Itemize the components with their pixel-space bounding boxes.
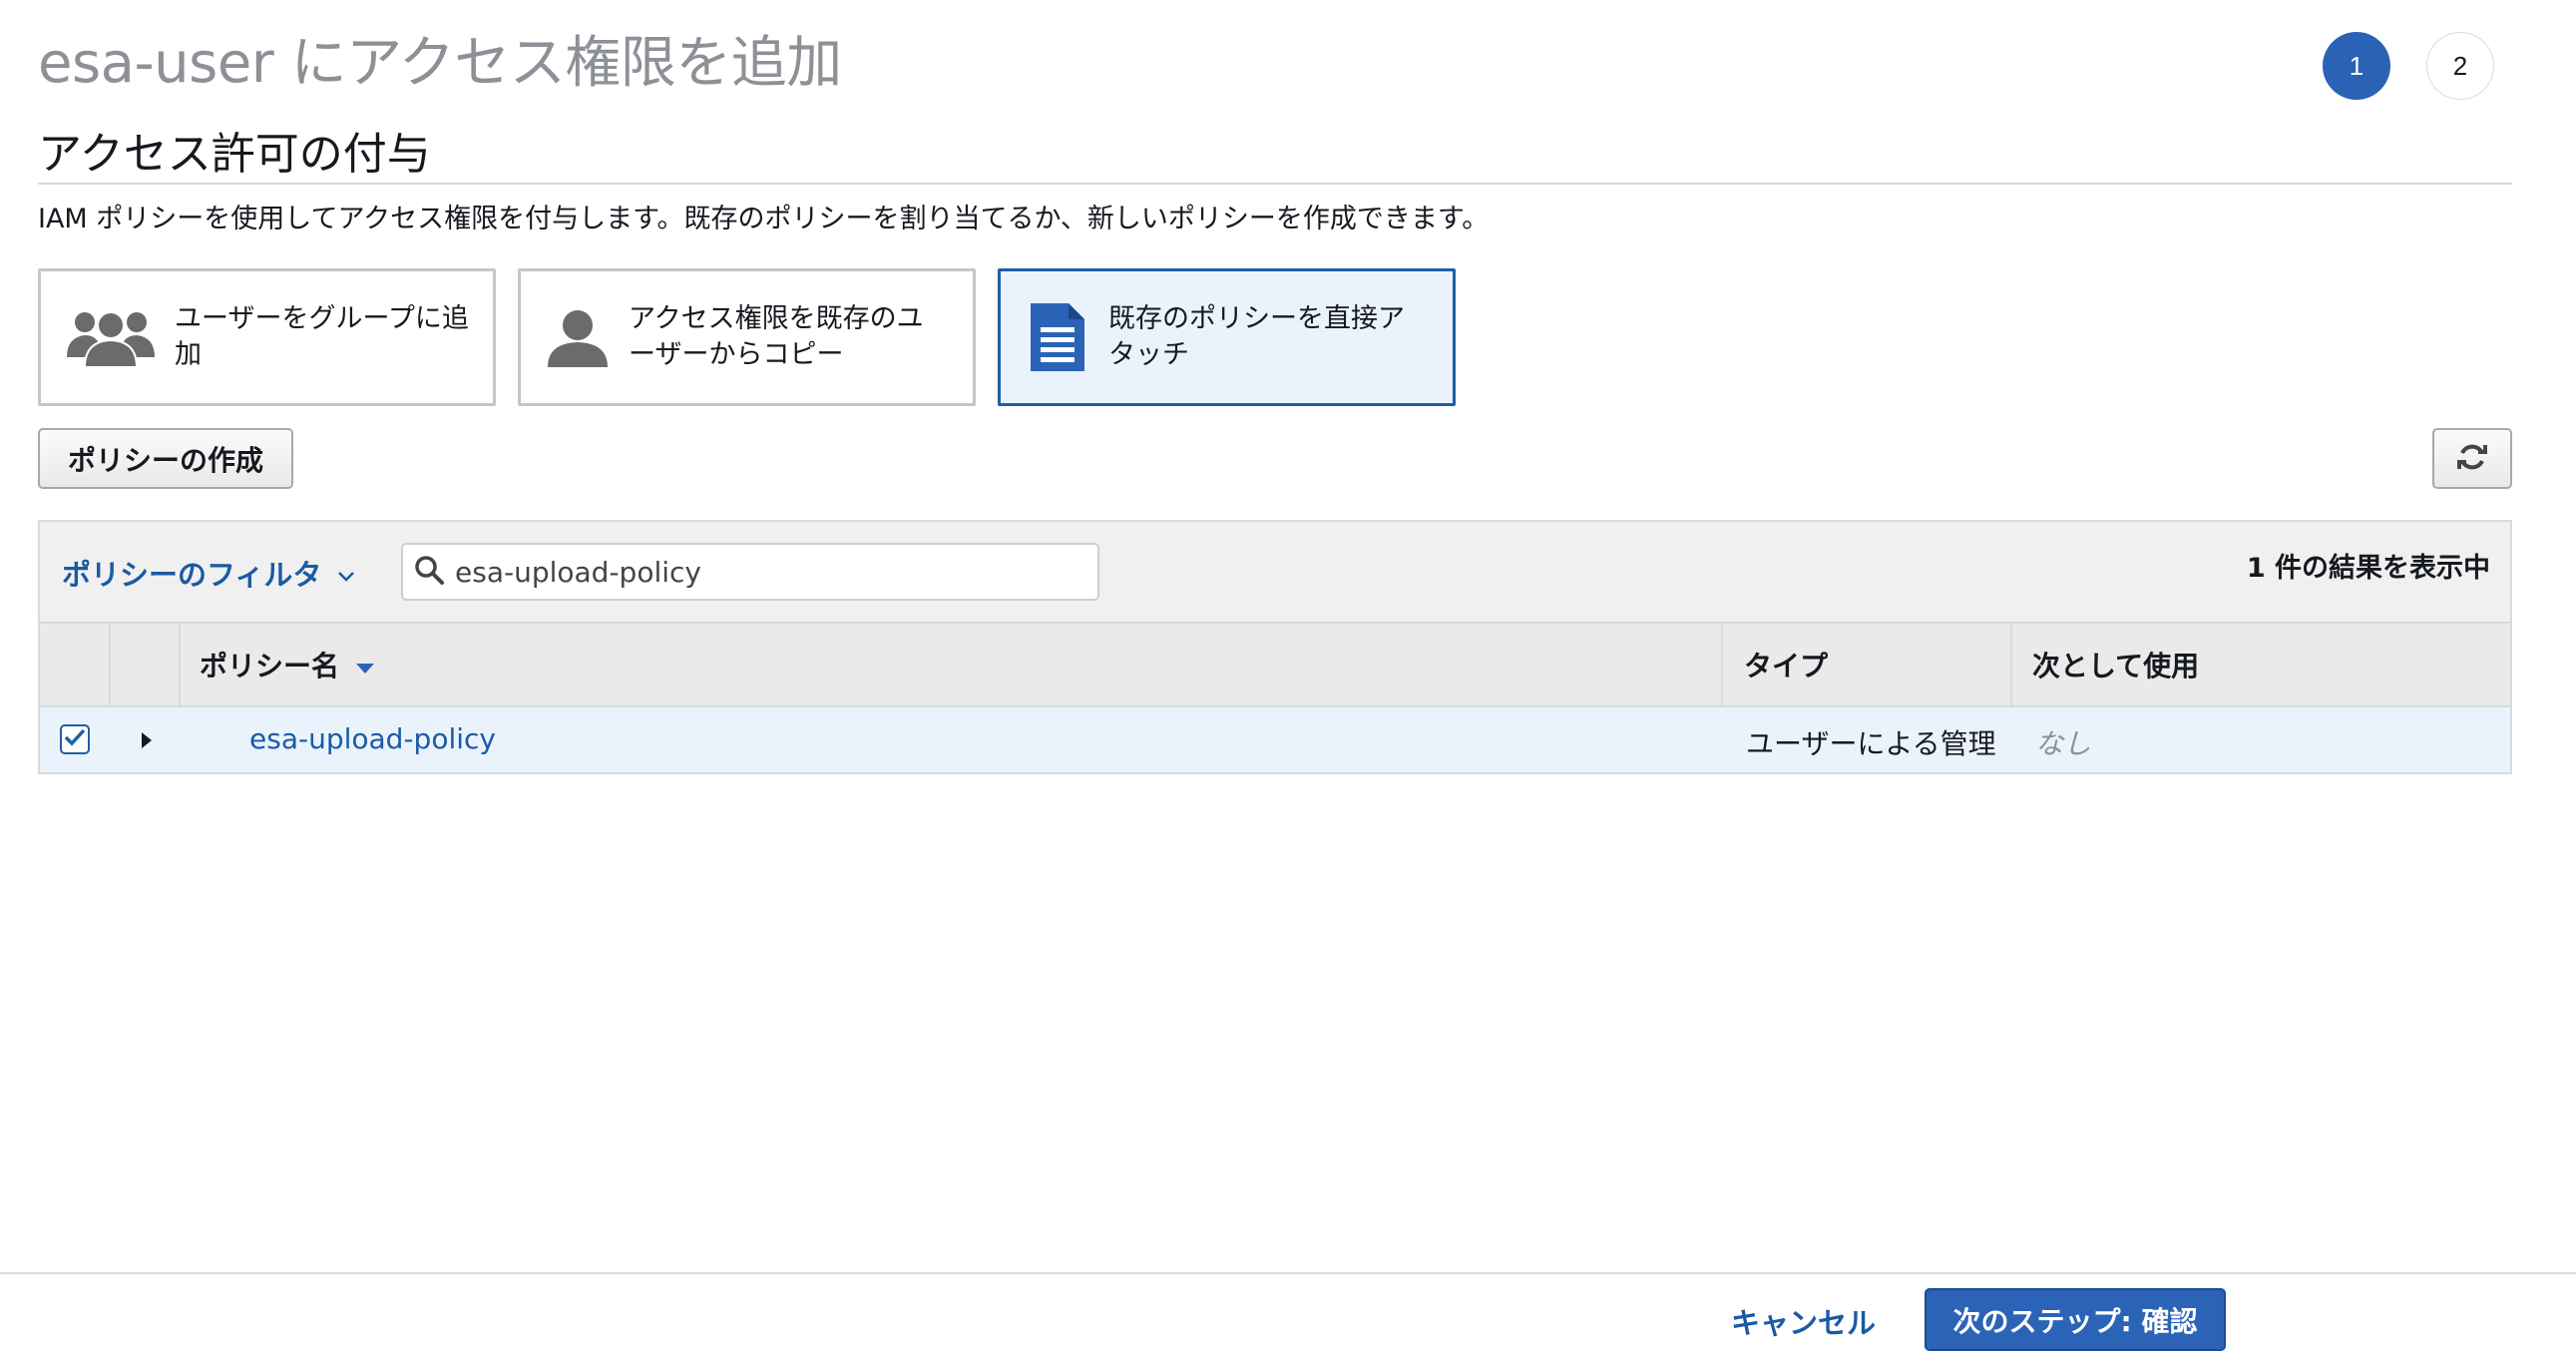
step-1[interactable]: 1 (2323, 32, 2390, 100)
section-title: アクセス許可の付与 (38, 129, 431, 180)
refresh-button[interactable] (2432, 428, 2512, 489)
option-label-line2: ーザーからコピー (629, 339, 844, 370)
row-checkbox[interactable] (60, 724, 90, 754)
create-policy-button[interactable]: ポリシーの作成 (38, 428, 293, 489)
table-row[interactable]: esa-upload-policy ユーザーによる管理 なし (38, 707, 2512, 774)
option-label: アクセス権限を既存のユ ーザーからコピー (629, 301, 924, 373)
search-icon (413, 554, 445, 590)
page-title: esa-user にアクセス権限を追加 (38, 31, 842, 96)
group-icon (65, 305, 157, 369)
refresh-icon (2456, 441, 2488, 477)
wizard-steps: 1 2 (2323, 32, 2494, 100)
option-label-line2: タッチ (1108, 339, 1189, 370)
column-separator (179, 624, 181, 705)
policy-used-as: なし (2035, 727, 2092, 760)
filter-bar: ポリシーのフィルタ 1 件の結果を表示中 (38, 520, 2512, 623)
column-header-used-as[interactable]: 次として使用 (2032, 624, 2199, 705)
column-label: ポリシー名 (200, 650, 340, 682)
option-attach-policy[interactable]: 既存のポリシーを直接ア タッチ (998, 268, 1456, 406)
column-separator (109, 624, 111, 705)
chevron-down-icon (337, 556, 355, 590)
document-icon (1025, 301, 1090, 373)
option-label-line2: 加 (175, 339, 202, 370)
user-icon (545, 305, 611, 369)
column-separator (1721, 624, 1723, 705)
option-label-line1: 既存のポリシーを直接ア (1108, 303, 1405, 334)
policy-name-link[interactable]: esa-upload-policy (249, 722, 496, 755)
search-field[interactable] (401, 543, 1099, 601)
column-separator (2010, 624, 2012, 705)
option-copy-from-user[interactable]: アクセス権限を既存のユ ーザーからコピー (518, 268, 976, 406)
option-label-line1: ユーザーをグループに追 (175, 303, 469, 334)
checkmark-icon (64, 727, 86, 751)
page: esa-user にアクセス権限を追加 1 2 アクセス許可の付与 IAM ポリ… (0, 0, 2576, 1363)
expand-caret-icon[interactable] (140, 731, 154, 753)
sort-desc-icon (355, 649, 375, 682)
section-divider (38, 183, 2512, 185)
cancel-button[interactable]: キャンセル (1731, 1300, 1876, 1342)
footer-divider (0, 1272, 2576, 1274)
search-input[interactable] (455, 555, 1073, 589)
policy-type: ユーザーによる管理 (1746, 727, 1996, 760)
column-header-type[interactable]: タイプ (1744, 624, 1828, 705)
next-step-button[interactable]: 次のステップ: 確認 (1925, 1288, 2226, 1351)
policy-filter-dropdown[interactable]: ポリシーのフィルタ (62, 552, 355, 594)
table-header: ポリシー名 タイプ 次として使用 (38, 622, 2512, 707)
result-count: 1 件の結果を表示中 (2246, 553, 2490, 584)
option-label: 既存のポリシーを直接ア タッチ (1108, 301, 1405, 373)
option-label-line1: アクセス権限を既存のユ (629, 303, 924, 334)
option-add-to-group[interactable]: ユーザーをグループに追 加 (38, 268, 496, 406)
section-description: IAM ポリシーを使用してアクセス権限を付与します。既存のポリシーを割り当てるか… (38, 204, 1490, 234)
option-label: ユーザーをグループに追 加 (175, 301, 469, 373)
column-header-policy-name[interactable]: ポリシー名 (200, 624, 375, 705)
step-2[interactable]: 2 (2426, 32, 2494, 100)
policy-filter-label: ポリシーのフィルタ (62, 558, 322, 592)
permission-options: ユーザーをグループに追 加 アクセス権限を既存のユ ーザーからコピー 既存のポリ… (38, 268, 1456, 406)
